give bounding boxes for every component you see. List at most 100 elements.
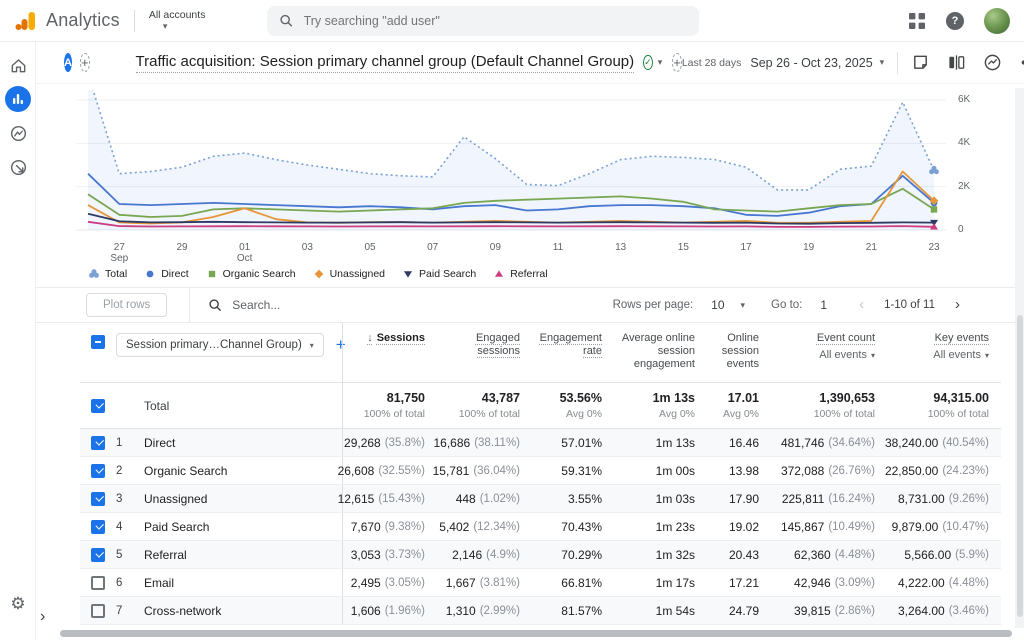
search-input[interactable] [304, 14, 688, 28]
column-header-engaged-sessions[interactable]: Engaged sessions [437, 323, 532, 382]
cell-value: 1,606 [351, 604, 381, 618]
expand-nav-chevron[interactable]: › [40, 608, 45, 626]
cell-percent: (4.9%) [486, 549, 520, 561]
saved-check-icon: ✓ [643, 55, 653, 70]
x-axis-label: 17 [729, 242, 763, 253]
column-label: Engaged sessions [437, 332, 520, 358]
goto-label: Go to: [771, 299, 802, 311]
user-avatar[interactable] [984, 8, 1010, 34]
plot-rows-button[interactable]: Plot rows [86, 293, 167, 317]
cell-value: 448 [456, 492, 476, 506]
cell-value: 20.43 [729, 548, 759, 562]
cell-value: 42,946 [794, 576, 831, 590]
analytics-logo[interactable]: Analytics [0, 9, 120, 33]
dimension-dropdown[interactable]: Session primary…Channel Group) ▾ [116, 333, 324, 357]
cell-value: 15,781 [433, 464, 470, 478]
divider [134, 10, 135, 32]
cell-percent: (5.9%) [955, 549, 989, 561]
chevron-down-icon[interactable]: ▾ [741, 300, 746, 311]
search-icon [279, 13, 293, 28]
cell-value: 2,146 [452, 548, 482, 562]
row-checkbox-cell [80, 429, 116, 456]
sidebar-item-advertising[interactable] [0, 150, 36, 184]
column-filter-dropdown[interactable]: All events▾ [819, 349, 875, 362]
total-subtext: Avg 0% [659, 408, 695, 420]
prev-page-icon[interactable]: ‹ [855, 298, 868, 312]
sidebar-item-home[interactable] [0, 48, 36, 82]
cell-value: 3,053 [351, 548, 381, 562]
divider [189, 288, 190, 323]
column-header-sessions[interactable]: ↓Sessions [342, 323, 437, 382]
sidebar-item-reports[interactable] [0, 82, 36, 116]
x-axis: 27Sep2901Oct0305070911131517192123 [76, 240, 946, 264]
cell-online-session-events: 13.98 [707, 457, 771, 484]
insights-icon[interactable] [983, 53, 1002, 72]
compare-icon[interactable] [947, 53, 966, 72]
x-axis-label: 01Oct [228, 242, 262, 264]
total-row-checkbox[interactable] [91, 399, 105, 413]
total-value: 1,390,653 [819, 391, 875, 405]
cell-value: 1m 00s [656, 464, 695, 478]
row-checkbox[interactable] [91, 464, 105, 478]
add-report-button[interactable]: + [672, 53, 682, 72]
column-header-online-session-events[interactable]: Online session events [707, 323, 771, 382]
account-switcher-label: All accounts [149, 10, 206, 21]
legend-clover-marker-icon [88, 268, 100, 280]
x-axis-label: 03 [290, 242, 324, 253]
share-icon[interactable] [1019, 53, 1024, 72]
cell-event-count: 372,088(26.76%) [771, 457, 887, 484]
column-filter-dropdown[interactable]: All events▾ [933, 349, 989, 362]
column-header-avg-online-session-engagement[interactable]: Average online session engagement [614, 323, 707, 382]
horizontal-scrollbar-thumb[interactable] [60, 630, 1012, 637]
cell-online-session-events: 24.79 [707, 597, 771, 624]
row-checkbox[interactable] [91, 604, 105, 618]
total-subtext: 100% of total [364, 408, 425, 420]
cell-engaged-sessions: 15,781(36.04%) [437, 457, 532, 484]
goto-page-input[interactable]: 1 [820, 298, 827, 312]
account-switcher[interactable]: All accounts ▾ [149, 10, 206, 32]
column-header-key-events[interactable]: Key eventsAll events▾ [887, 323, 1001, 382]
help-icon[interactable]: ? [946, 12, 964, 30]
select-all-checkbox[interactable] [91, 335, 105, 349]
row-index: 1 [116, 437, 144, 449]
legend-circle-marker-icon [144, 268, 156, 280]
variant-a-badge[interactable]: A [64, 53, 72, 72]
sidebar-item-explore[interactable] [0, 116, 36, 150]
vertical-scrollbar-thumb[interactable] [1017, 315, 1023, 617]
date-range-selector[interactable]: Sep 26 - Oct 23, 2025 ▾ [750, 56, 884, 70]
cell-engaged-sessions: 1,667(3.81%) [437, 569, 532, 596]
note-icon[interactable] [911, 53, 930, 72]
table-search[interactable]: Search... [208, 298, 612, 312]
legend-item-organic-search: Organic Search [206, 268, 296, 280]
apps-grid-icon[interactable] [908, 12, 926, 30]
row-checkbox[interactable] [91, 492, 105, 506]
legend-label: Referral [510, 268, 547, 280]
row-index: 6 [116, 577, 144, 589]
cell-avg-online-session-engagement: 1m 17s [614, 569, 707, 596]
cell-sessions: 29,268(35.8%) [342, 429, 437, 456]
cell-avg-online-session-engagement: 1m 23s [614, 513, 707, 540]
legend-label: Total [105, 268, 127, 280]
column-header-engagement-rate[interactable]: Engagement rate [532, 323, 614, 382]
total-cell-key-events: 94,315.00100% of total [887, 383, 1001, 428]
add-comparison-button[interactable]: + [80, 53, 90, 72]
row-checkbox[interactable] [91, 520, 105, 534]
cell-percent: (2.86%) [835, 605, 875, 617]
rows-per-page-value[interactable]: 10 [711, 298, 724, 312]
cell-value: 1m 32s [656, 548, 695, 562]
row-checkbox[interactable] [91, 436, 105, 450]
cell-value: 29,268 [344, 436, 381, 450]
column-header-event-count[interactable]: Event countAll events▾ [771, 323, 887, 382]
y-axis-label: 6K [958, 94, 970, 105]
report-title[interactable]: Traffic acquisition: Session primary cha… [136, 53, 635, 73]
cell-key-events: 38,240.00(40.54%) [887, 429, 1001, 456]
plus-glyph: + [673, 55, 681, 70]
cell-value: 5,402 [439, 520, 469, 534]
row-checkbox[interactable] [91, 548, 105, 562]
settings-gear-icon[interactable]: ⚙ [0, 594, 36, 614]
next-page-icon[interactable]: › [951, 298, 964, 312]
cell-event-count: 62,360(4.48%) [771, 541, 887, 568]
global-search[interactable] [267, 6, 699, 36]
title-caret-icon[interactable]: ▾ [658, 57, 663, 68]
row-checkbox[interactable] [91, 576, 105, 590]
